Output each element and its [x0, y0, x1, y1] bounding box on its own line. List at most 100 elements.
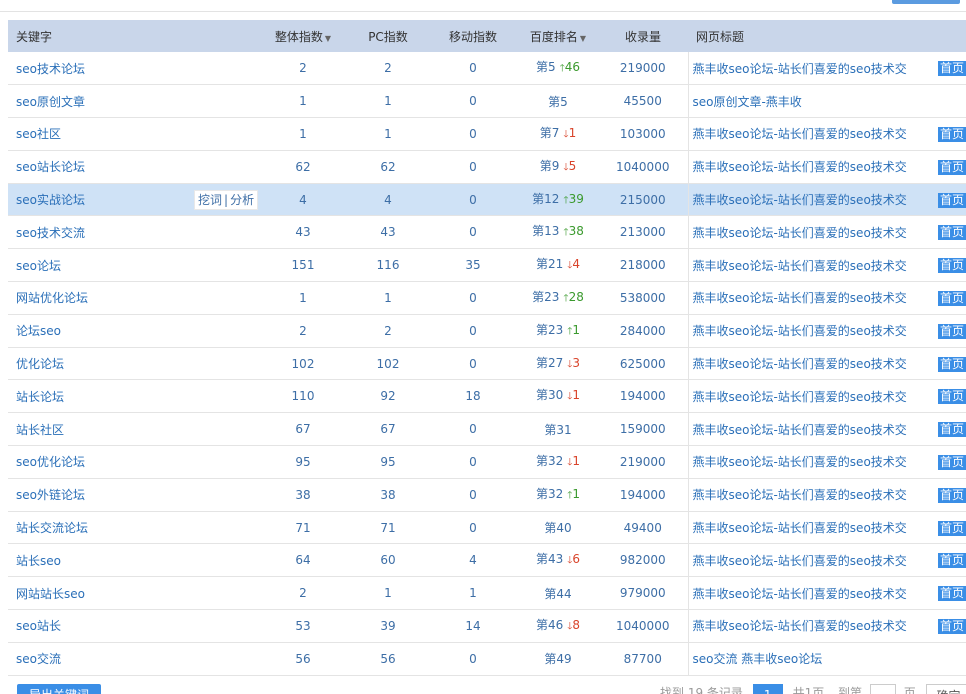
- keyword-cell[interactable]: seo论坛: [8, 248, 258, 283]
- keyword-link[interactable]: seo交流: [16, 652, 61, 666]
- page-title-link[interactable]: 燕丰收seo论坛-站长们喜爱的seo技术交: [693, 617, 907, 634]
- table-row[interactable]: 站长社区 67 67 0 第31 159000 燕丰收seo论坛-站长们喜爱的seo技术交首…: [8, 412, 966, 447]
- keyword-link[interactable]: 站长交流论坛: [16, 521, 88, 535]
- table-row[interactable]: 站长论坛 110 92 18 第30 🡓1 194000 燕丰收seo论坛-站长们喜爱的seo…: [8, 379, 966, 414]
- export-keywords-button[interactable]: 导出关键词: [17, 684, 101, 694]
- keyword-cell[interactable]: seo技术交流: [8, 215, 258, 250]
- page-title-link[interactable]: 燕丰收seo论坛-站长们喜爱的seo技术交: [693, 125, 907, 142]
- keyword-link[interactable]: 站长社区: [16, 423, 64, 437]
- keyword-link[interactable]: 站长论坛: [16, 390, 64, 404]
- keyword-cell[interactable]: 站长论坛: [8, 379, 258, 414]
- keyword-cell[interactable]: 网站优化论坛: [8, 281, 258, 315]
- page-title-cell[interactable]: 燕丰收seo论坛-站长们喜爱的seo技术交 首页: [687, 248, 966, 283]
- keyword-link[interactable]: seo站长: [16, 619, 61, 633]
- keyword-cell[interactable]: seo原创文章: [8, 84, 258, 119]
- table-row[interactable]: seo技术交流 43 43 0 第13 🡑38 213000 燕丰收seo论坛-站长们喜爱的s…: [8, 215, 966, 250]
- keyword-cell[interactable]: 优化论坛: [8, 347, 258, 381]
- keyword-link[interactable]: seo实战论坛: [16, 193, 85, 207]
- keyword-cell[interactable]: seo优化论坛: [8, 445, 258, 479]
- keyword-cell[interactable]: seo技术论坛: [8, 52, 258, 86]
- page-title-link[interactable]: 燕丰收seo论坛-站长们喜爱的seo技术交: [693, 421, 907, 438]
- keyword-cell[interactable]: 站长交流论坛: [8, 511, 258, 545]
- table-row[interactable]: 论坛seo 2 2 0 第23 🡑1 284000 燕丰收seo论坛-站长们喜爱的seo技术交…: [8, 314, 966, 348]
- keyword-cell[interactable]: 网站站长seo: [8, 576, 258, 611]
- page-title-link[interactable]: 燕丰收seo论坛-站长们喜爱的seo技术交: [693, 257, 907, 274]
- keyword-link[interactable]: 论坛seo: [16, 324, 61, 338]
- keyword-cell[interactable]: seo社区: [8, 117, 258, 151]
- table-row[interactable]: seo实战论坛 挖词 | 分析 4 4 0 第12 🡑39 215000 燕丰收seo论坛-站长们喜…: [8, 183, 966, 217]
- header-overall-index[interactable]: 整体指数 ▼: [258, 20, 348, 52]
- page-title-cell[interactable]: 燕丰收seo论坛-站长们喜爱的seo技术交 首页: [687, 445, 966, 479]
- keyword-cell[interactable]: 站长seo: [8, 543, 258, 578]
- keyword-link[interactable]: seo社区: [16, 127, 61, 141]
- page-title-link[interactable]: 燕丰收seo论坛-站长们喜爱的seo技术交: [693, 519, 907, 536]
- page-title-cell[interactable]: 燕丰收seo论坛-站长们喜爱的seo技术交 首页: [687, 478, 966, 512]
- page-title-cell[interactable]: 燕丰收seo论坛-站长们喜爱的seo技术交 首页: [687, 215, 966, 250]
- page-title-cell[interactable]: 燕丰收seo论坛-站长们喜爱的seo技术交 首页: [687, 412, 966, 447]
- top-action-button[interactable]: [892, 0, 960, 4]
- table-row[interactable]: seo站长 53 39 14 第46 🡓8 1040000 燕丰收seo论坛-站长们喜爱的se…: [8, 609, 966, 643]
- table-row[interactable]: 站长交流论坛 71 71 0 第40 49400 燕丰收seo论坛-站长们喜爱的seo技术交…: [8, 511, 966, 545]
- page-title-link[interactable]: seo原创文章-燕丰收: [693, 93, 802, 110]
- goto-page-input[interactable]: [869, 684, 896, 694]
- page-title-cell[interactable]: 燕丰收seo论坛-站长们喜爱的seo技术交 首页: [687, 314, 966, 348]
- page-title-link[interactable]: 燕丰收seo论坛-站长们喜爱的seo技术交: [693, 158, 907, 175]
- keyword-cell[interactable]: seo实战论坛 挖词 | 分析: [8, 183, 259, 217]
- page-title-link[interactable]: 燕丰收seo论坛-站长们喜爱的seo技术交: [693, 191, 907, 208]
- page-title-link[interactable]: 燕丰收seo论坛-站长们喜爱的seo技术交: [693, 585, 907, 602]
- keyword-link[interactable]: seo论坛: [16, 259, 61, 273]
- page-title-cell[interactable]: seo交流 燕丰收seo论坛: [687, 642, 966, 676]
- page-title-link[interactable]: 燕丰收seo论坛-站长们喜爱的seo技术交: [693, 224, 907, 241]
- page-title-link[interactable]: seo交流 燕丰收seo论坛: [693, 650, 823, 667]
- page-title-cell[interactable]: 燕丰收seo论坛-站长们喜爱的seo技术交 首页: [687, 609, 966, 643]
- page-title-cell[interactable]: 燕丰收seo论坛-站长们喜爱的seo技术交 首页: [687, 281, 966, 315]
- keyword-link[interactable]: seo技术论坛: [16, 62, 85, 76]
- table-row[interactable]: seo站长论坛 62 62 0 第9 🡓5 1040000 燕丰收seo论坛-站长们喜爱的se…: [8, 150, 966, 184]
- keyword-link[interactable]: seo外链论坛: [16, 488, 85, 502]
- table-row[interactable]: seo外链论坛 38 38 0 第32 🡑1 194000 燕丰收seo论坛-站长们喜爱的se…: [8, 478, 966, 512]
- page-title-link[interactable]: 燕丰收seo论坛-站长们喜爱的seo技术交: [693, 60, 907, 77]
- header-baidu-rank[interactable]: 百度排名 ▼: [518, 20, 598, 52]
- table-row[interactable]: seo交流 56 56 0 第49 87700 seo交流 燕丰收seo论坛: [8, 642, 966, 676]
- keyword-cell[interactable]: seo站长: [8, 609, 258, 643]
- page-title-link[interactable]: 燕丰收seo论坛-站长们喜爱的seo技术交: [693, 388, 907, 405]
- page-title-cell[interactable]: 燕丰收seo论坛-站长们喜爱的seo技术交 首页: [687, 347, 966, 381]
- page-title-cell[interactable]: 燕丰收seo论坛-站长们喜爱的seo技术交 首页: [687, 379, 966, 414]
- table-row[interactable]: seo论坛 151 116 35 第21 🡓4 218000 燕丰收seo论坛-站长们喜爱的s…: [8, 248, 966, 283]
- table-row[interactable]: 网站站长seo 2 1 1 第44 979000 燕丰收seo论坛-站长们喜爱的seo技术交…: [8, 576, 966, 611]
- page-title-cell[interactable]: 燕丰收seo论坛-站长们喜爱的seo技术交 首页: [687, 52, 966, 86]
- page-title-cell[interactable]: seo原创文章-燕丰收: [687, 84, 966, 119]
- table-row[interactable]: 网站优化论坛 1 1 0 第23 🡑28 538000 燕丰收seo论坛-站长们喜爱的seo技…: [8, 281, 966, 315]
- page-title-cell[interactable]: 燕丰收seo论坛-站长们喜爱的seo技术交 首页: [687, 576, 966, 611]
- table-row[interactable]: seo优化论坛 95 95 0 第32 🡓1 219000 燕丰收seo论坛-站长们喜爱的se…: [8, 445, 966, 479]
- table-row[interactable]: 优化论坛 102 102 0 第27 🡓3 625000 燕丰收seo论坛-站长们喜爱的seo…: [8, 347, 966, 381]
- page-title-link[interactable]: 燕丰收seo论坛-站长们喜爱的seo技术交: [693, 322, 907, 339]
- keyword-link[interactable]: 网站站长seo: [16, 587, 85, 601]
- table-row[interactable]: 站长seo 64 60 4 第43 🡓6 982000 燕丰收seo论坛-站长们喜爱的seo技…: [8, 543, 966, 578]
- table-row[interactable]: seo技术论坛 2 2 0 第5 🡑46 219000 燕丰收seo论坛-站长们喜爱的seo技…: [8, 52, 966, 86]
- current-page-button[interactable]: 1: [752, 684, 783, 694]
- keyword-cell[interactable]: seo站长论坛: [8, 150, 258, 184]
- keyword-link[interactable]: 站长seo: [16, 554, 61, 568]
- keyword-link[interactable]: seo原创文章: [16, 95, 85, 109]
- keyword-link[interactable]: 网站优化论坛: [16, 291, 88, 305]
- page-title-link[interactable]: 燕丰收seo论坛-站长们喜爱的seo技术交: [693, 552, 907, 569]
- page-title-cell[interactable]: 燕丰收seo论坛-站长们喜爱的seo技术交 首页: [687, 183, 966, 217]
- table-row[interactable]: seo原创文章 1 1 0 第5 45500 seo原创文章-燕丰收: [8, 84, 966, 119]
- analyze-link[interactable]: 分析: [230, 193, 254, 207]
- page-title-cell[interactable]: 燕丰收seo论坛-站长们喜爱的seo技术交 首页: [687, 117, 966, 151]
- page-title-link[interactable]: 燕丰收seo论坛-站长们喜爱的seo技术交: [693, 289, 907, 306]
- table-row[interactable]: seo社区 1 1 0 第7 🡓1 103000 燕丰收seo论坛-站长们喜爱的seo技术交首…: [8, 117, 966, 151]
- page-title-cell[interactable]: 燕丰收seo论坛-站长们喜爱的seo技术交 首页: [687, 543, 966, 578]
- keyword-cell[interactable]: seo交流: [8, 642, 258, 676]
- keyword-link[interactable]: seo技术交流: [16, 226, 85, 240]
- keyword-link[interactable]: seo优化论坛: [16, 455, 85, 469]
- keyword-cell[interactable]: seo外链论坛: [8, 478, 258, 512]
- mine-words-link[interactable]: 挖词: [198, 193, 222, 207]
- page-title-link[interactable]: 燕丰收seo论坛-站长们喜爱的seo技术交: [693, 355, 907, 372]
- page-title-link[interactable]: 燕丰收seo论坛-站长们喜爱的seo技术交: [693, 486, 907, 503]
- page-title-link[interactable]: 燕丰收seo论坛-站长们喜爱的seo技术交: [693, 453, 907, 470]
- page-title-cell[interactable]: 燕丰收seo论坛-站长们喜爱的seo技术交 首页: [687, 511, 966, 545]
- confirm-button[interactable]: 确定: [925, 684, 966, 694]
- keyword-link[interactable]: seo站长论坛: [16, 160, 85, 174]
